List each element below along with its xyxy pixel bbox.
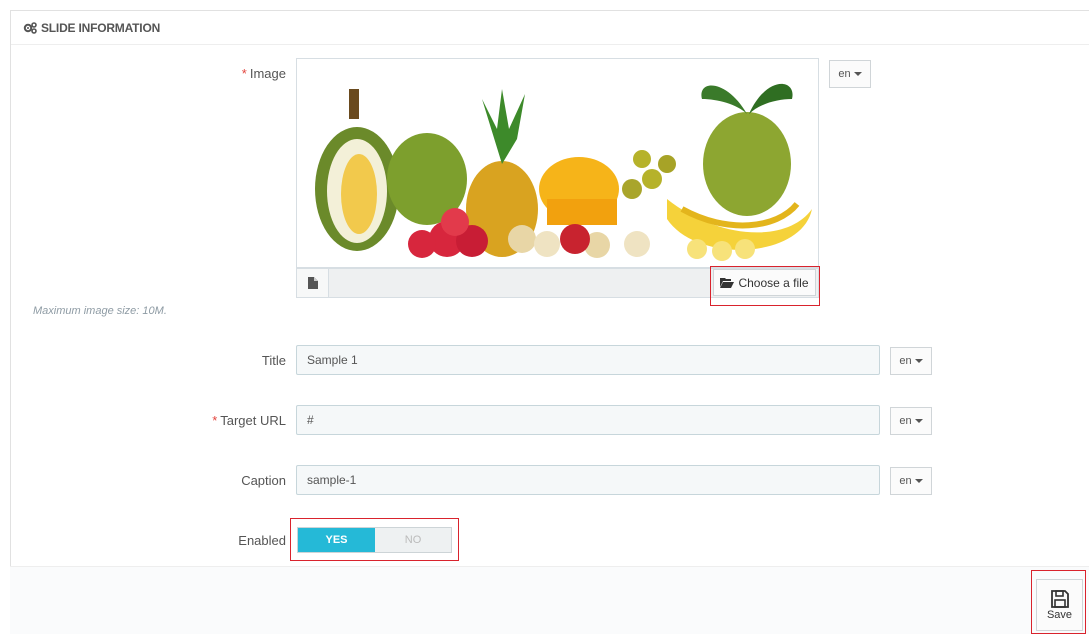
image-label: * Image [241, 66, 286, 81]
required-mark: * [241, 66, 247, 81]
save-highlight [1031, 570, 1086, 634]
enabled-switch-highlight [290, 518, 459, 561]
target-url-label: * Target URL [212, 413, 286, 428]
choose-file-highlight [710, 266, 820, 306]
image-size-hint: Maximum image size: 10M. [33, 305, 167, 317]
target-url-input[interactable]: # [296, 405, 880, 435]
title-lang-dropdown[interactable]: en [890, 347, 932, 375]
image-preview [296, 58, 819, 268]
caption-lang-dropdown[interactable]: en [890, 467, 932, 495]
caret-down-icon [914, 419, 923, 423]
target-url-lang-dropdown[interactable]: en [890, 407, 932, 435]
cogs-icon [23, 21, 37, 34]
enabled-label: Enabled [238, 533, 286, 548]
panel-footer [10, 566, 1089, 634]
title-label: Title [261, 353, 286, 368]
caret-down-icon [914, 359, 923, 363]
caption-input[interactable]: sample-1 [296, 465, 880, 495]
panel-title: SLIDE INFORMATION [41, 20, 161, 35]
fruit-image [315, 83, 812, 261]
title-input[interactable]: Sample 1 [296, 345, 880, 375]
required-mark: * [212, 413, 218, 428]
file-icon [297, 269, 329, 297]
caret-down-icon [853, 72, 862, 76]
panel-heading: SLIDE INFORMATION [11, 11, 1089, 45]
caret-down-icon [914, 479, 923, 483]
caption-label: Caption [241, 473, 286, 488]
image-lang-dropdown[interactable]: en [829, 60, 871, 88]
